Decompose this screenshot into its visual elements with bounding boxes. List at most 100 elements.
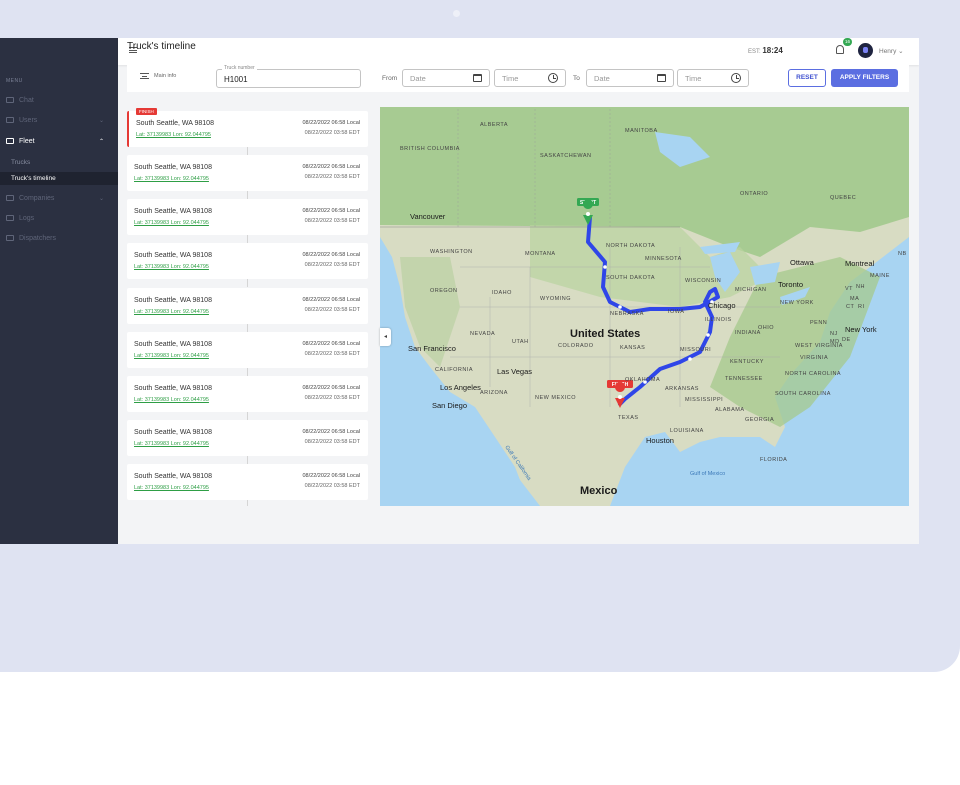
main-info-label[interactable]: Main info (154, 73, 176, 79)
chat-icon (6, 215, 14, 221)
chevron-down-icon: ⌄ (98, 195, 104, 202)
camera-dot (453, 10, 460, 17)
map-city-vancouver: Vancouver (410, 212, 446, 221)
timeline-coords-link[interactable]: Lat: 37139983 Lon: 92.044795 (134, 176, 209, 182)
map-label-new-mexico: NEW MEXICO (535, 395, 576, 401)
map-label-south-dakota: SOUTH DAKOTA (606, 275, 655, 281)
map-country-united-states: United States (570, 328, 640, 340)
collapse-panel-button[interactable]: ◂ (380, 328, 391, 346)
timeline-edt-time: 08/22/2022 03:58 EDT (304, 262, 360, 268)
timeline-coords-link[interactable]: Lat: 37139983 Lon: 92.044795 (134, 220, 209, 226)
route-waypoint (706, 333, 710, 337)
map-label-texas: TEXAS (618, 415, 639, 421)
sidebar-subitem-trucks-timeline[interactable]: Truck's timeline (0, 172, 118, 185)
map-label-new-york-state: NEW YORK (780, 300, 814, 306)
date-placeholder: Date (410, 74, 426, 83)
timeline-address: South Seattle, WA 98108 (134, 385, 212, 392)
timeline-coords-link[interactable]: Lat: 37139983 Lon: 92.044795 (136, 132, 211, 138)
user-name: Henry (879, 48, 897, 55)
map-city-san-francisco: San Francisco (408, 344, 456, 353)
route-waypoint (603, 265, 607, 269)
calendar-icon[interactable] (657, 74, 666, 82)
sidebar-item-chat[interactable]: Chat (0, 91, 118, 109)
timeline-card[interactable]: South Seattle, WA 98108 Lat: 37139983 Lo… (127, 199, 368, 235)
timeline-connector (247, 279, 248, 287)
map-label-west-virginia: WEST VIRGINIA (795, 343, 843, 349)
filter-icon[interactable] (140, 73, 149, 79)
from-date-field[interactable]: Date (402, 69, 490, 87)
timeline-edt-time: 08/22/2022 03:58 EDT (304, 174, 360, 180)
clock-icon[interactable] (548, 73, 558, 83)
sidebar-item-companies[interactable]: Companies ⌄ (0, 189, 118, 207)
timeline-coords-link[interactable]: Lat: 37139983 Lon: 92.044795 (134, 441, 209, 447)
map-label-gulf-of-mexico: Gulf of Mexico (690, 471, 725, 477)
timeline-card[interactable]: South Seattle, WA 98108 Lat: 37139983 Lo… (127, 376, 368, 412)
timeline-local-time: 08/22/2022 06:58 Local (302, 297, 361, 303)
timeline-local-time: 08/22/2022 06:58 Local (302, 164, 361, 170)
map-label-virginia: VIRGINIA (800, 355, 828, 361)
timeline-edt-time: 08/22/2022 03:58 EDT (304, 351, 360, 357)
map-city-las-vegas: Las Vegas (497, 367, 532, 376)
map-label-arkansas: ARKANSAS (665, 386, 699, 392)
clock-icon[interactable] (731, 73, 741, 83)
map-city-houston: Houston (646, 436, 674, 445)
map-label-ri: RI (858, 304, 865, 310)
timeline-card[interactable]: South Seattle, WA 98108 Lat: 37139983 Lo… (127, 288, 368, 324)
user-menu[interactable]: Henry ⌄ (879, 47, 904, 55)
timeline-coords-link[interactable]: Lat: 37139983 Lon: 92.044795 (134, 397, 209, 403)
route-map[interactable]: START FINISH ALBERTA MANITOBA BRITISH CO… (380, 107, 909, 506)
timeline-coords-link[interactable]: Lat: 37139983 Lon: 92.044795 (134, 309, 209, 315)
map-label-nevada: NEVADA (470, 331, 495, 337)
timeline-address: South Seattle, WA 98108 (134, 252, 212, 259)
timeline-card[interactable]: South Seattle, WA 98108 Lat: 37139983 Lo… (127, 332, 368, 368)
timeline-card[interactable]: FINISH South Seattle, WA 98108 Lat: 3713… (127, 108, 368, 147)
sidebar-item-label: Fleet (19, 137, 35, 145)
calendar-icon[interactable] (473, 74, 482, 82)
map-label-minnesota: MINNESOTA (645, 256, 682, 262)
chat-icon (6, 195, 14, 201)
reset-button[interactable]: RESET (788, 69, 826, 87)
sidebar-item-fleet[interactable]: Fleet ⌃ (0, 132, 118, 150)
time-prefix: EST: (748, 49, 761, 55)
apply-filters-button[interactable]: APPLY FILTERS (831, 69, 898, 87)
truck-number-field[interactable]: Truck number H1001 (216, 65, 361, 88)
map-label-mississippi: MISSISSIPPI (685, 397, 723, 403)
sidebar-item-dispatchers[interactable]: Dispatchers (0, 229, 118, 247)
to-time-field[interactable]: Time (677, 69, 749, 87)
timeline-connector (247, 147, 248, 155)
map-label-wyoming: WYOMING (540, 296, 571, 302)
timeline-connector (247, 235, 248, 243)
timeline-coords-link[interactable]: Lat: 37139983 Lon: 92.044795 (134, 485, 209, 491)
map-label-washington: WASHINGTON (430, 249, 473, 255)
timeline-card[interactable]: South Seattle, WA 98108 Lat: 37139983 Lo… (127, 464, 368, 500)
clock: EST: 18:24 (748, 46, 783, 55)
map-label-oregon: OREGON (430, 288, 457, 294)
map-label-alabama: ALABAMA (715, 407, 744, 413)
timeline-card[interactable]: South Seattle, WA 98108 Lat: 37139983 Lo… (127, 155, 368, 191)
to-date-field[interactable]: Date (586, 69, 674, 87)
map-label-nb: NB (898, 251, 907, 257)
bell-icon[interactable] (836, 45, 844, 54)
finish-tag: FINISH (136, 108, 157, 115)
map-label-utah: UTAH (512, 339, 529, 345)
date-placeholder: Date (594, 74, 610, 83)
sidebar-item-logs[interactable]: Logs (0, 209, 118, 227)
timeline-coords-link[interactable]: Lat: 37139983 Lon: 92.044795 (134, 264, 209, 270)
chat-icon (6, 138, 14, 144)
map-label-idaho: IDAHO (492, 290, 512, 296)
notification-badge: 16 (843, 38, 852, 46)
sidebar-subitem-trucks[interactable]: Trucks (0, 156, 118, 169)
timeline-card[interactable]: South Seattle, WA 98108 Lat: 37139983 Lo… (127, 420, 368, 456)
timeline-card[interactable]: South Seattle, WA 98108 Lat: 37139983 Lo… (127, 243, 368, 279)
map-label-maine: MAINE (870, 273, 890, 279)
from-time-field[interactable]: Time (494, 69, 566, 87)
route-waypoint (618, 305, 622, 309)
time-placeholder: Time (502, 74, 519, 83)
sidebar-item-users[interactable]: Users ⌄ (0, 111, 118, 129)
map-label-nj: NJ (830, 331, 838, 337)
map-label-de: DE (842, 337, 851, 343)
avatar[interactable] (858, 43, 873, 58)
timeline-coords-link[interactable]: Lat: 37139983 Lon: 92.044795 (134, 353, 209, 359)
map-label-california: CALIFORNIA (435, 367, 473, 373)
timeline-local-time: 08/22/2022 06:58 Local (302, 385, 361, 391)
